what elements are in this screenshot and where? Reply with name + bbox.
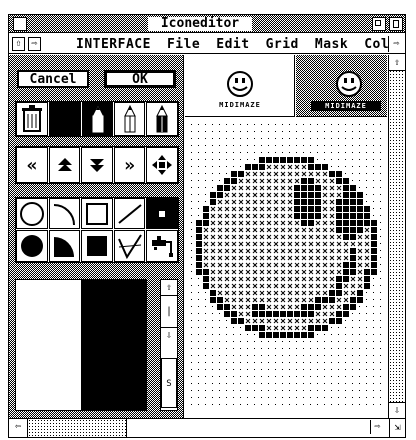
shift-down-icon[interactable] bbox=[81, 147, 113, 183]
preview-normal-icon bbox=[226, 70, 254, 98]
menu-scroll-up-icon[interactable]: ⇧ bbox=[12, 37, 25, 51]
ok-button[interactable]: OK bbox=[104, 70, 176, 88]
window-title: Iconeditor bbox=[148, 17, 252, 31]
full-box-icon[interactable] bbox=[372, 17, 386, 31]
fill-black-icon[interactable] bbox=[49, 102, 81, 136]
arc-outline-icon[interactable] bbox=[49, 198, 80, 229]
close-box-icon[interactable] bbox=[13, 17, 27, 31]
preview-normal-label: MIDIMAZE bbox=[219, 101, 261, 109]
preview-inverted-label: MIDIMAZE bbox=[311, 101, 381, 111]
vscroll-down-icon[interactable]: ⇩ bbox=[389, 402, 405, 418]
rectangle-outline-icon[interactable] bbox=[81, 198, 113, 229]
menu-interface[interactable]: INTERFACE bbox=[76, 37, 151, 53]
menu-scroll-right-icon[interactable]: ⇨ bbox=[28, 37, 41, 51]
menu-items: INTERFACE File Edit Grid Mask Colo bbox=[76, 37, 404, 53]
shift-right-icon[interactable]: » bbox=[114, 147, 145, 183]
shift-left-icon[interactable]: « bbox=[16, 147, 48, 183]
point-selected-icon[interactable] bbox=[146, 198, 178, 229]
arc-filled-icon[interactable] bbox=[49, 230, 80, 262]
hscroll-track-left[interactable] bbox=[27, 419, 127, 437]
menu-mask[interactable]: Mask bbox=[315, 37, 348, 53]
preview-inverted-icon bbox=[335, 70, 363, 98]
pencil-black-icon[interactable] bbox=[82, 102, 113, 136]
circle-filled-icon[interactable] bbox=[16, 230, 48, 262]
pixel-grid[interactable] bbox=[185, 118, 388, 418]
foreground-swatch[interactable] bbox=[81, 280, 146, 410]
hscroll-left-icon[interactable]: ⇦ bbox=[11, 420, 25, 434]
pattern-scroll-up-icon[interactable]: ⇧ bbox=[161, 280, 177, 296]
circle-outline-icon[interactable] bbox=[16, 198, 48, 229]
trash-icon[interactable] bbox=[16, 102, 48, 136]
pattern-scroll-down-icon[interactable]: ⇩ bbox=[161, 327, 177, 343]
size-box-icon[interactable] bbox=[389, 17, 403, 31]
pattern-scroll-mark-icon: | bbox=[165, 306, 173, 317]
rectangle-filled-icon[interactable] bbox=[81, 230, 113, 262]
shift-up-icon[interactable] bbox=[49, 147, 80, 183]
pencil-white-icon[interactable] bbox=[114, 102, 145, 136]
fill-bucket-icon[interactable] bbox=[146, 230, 178, 262]
cancel-button[interactable]: Cancel bbox=[17, 70, 89, 88]
resize-box-icon[interactable]: ⇲ bbox=[389, 419, 405, 437]
vscroll-up-icon[interactable]: ⇧ bbox=[389, 55, 405, 71]
move-all-icon[interactable] bbox=[146, 147, 178, 183]
vertical-scrollbar[interactable] bbox=[388, 55, 405, 418]
pattern-scroll-thumb[interactable]: S bbox=[161, 358, 177, 408]
menu-grid[interactable]: Grid bbox=[266, 37, 299, 53]
menu-edit[interactable]: Edit bbox=[216, 37, 249, 53]
line-icon[interactable] bbox=[114, 198, 145, 229]
hscroll-right-icon[interactable]: ⇨ bbox=[370, 420, 384, 434]
menu-scroll-left-edge: ⇨ bbox=[388, 36, 404, 52]
polyline-icon[interactable] bbox=[114, 230, 145, 262]
hscroll-thumb[interactable] bbox=[128, 419, 368, 437]
pencil-invert-icon[interactable] bbox=[146, 102, 178, 136]
menu-file[interactable]: File bbox=[167, 37, 200, 53]
